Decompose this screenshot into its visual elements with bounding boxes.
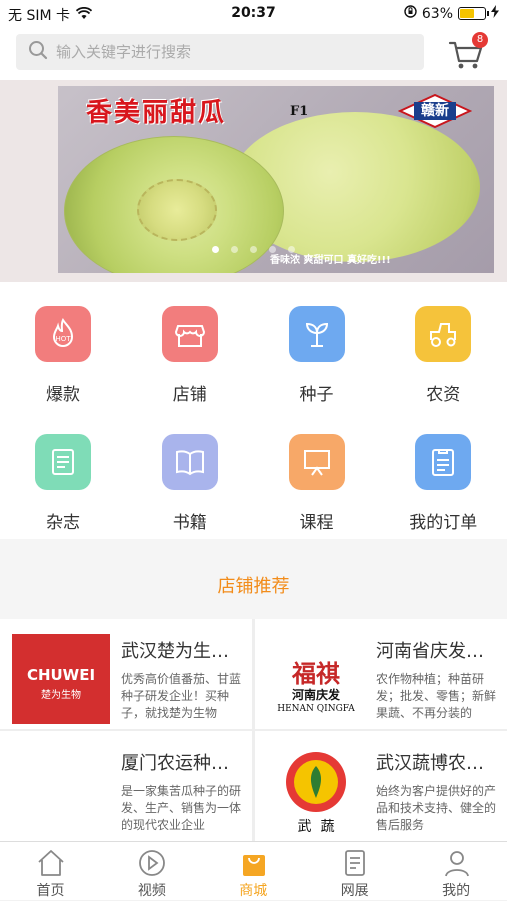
category-label: 书籍 bbox=[172, 513, 207, 533]
shop-name: 河南省庆发种业有限公司 bbox=[376, 641, 500, 662]
shop-desc: 始终为客户提供好的产品和技术支持、健全的售后服务 bbox=[376, 784, 497, 832]
category-book[interactable]: 书籍 bbox=[127, 410, 253, 538]
course-icon bbox=[288, 434, 345, 490]
tractor-icon bbox=[415, 306, 472, 362]
shop-card[interactable]: 武 蔬 武汉蔬博农业科技有限公司 始终为客户提供好的产品和技术支持、健全的售后服… bbox=[255, 731, 507, 841]
tab-label: 首页 bbox=[36, 883, 65, 899]
carousel-indicator bbox=[0, 246, 507, 253]
tab-play[interactable]: 视频 bbox=[101, 842, 202, 901]
carousel-dot[interactable] bbox=[212, 246, 219, 253]
tab-document[interactable]: 网展 bbox=[304, 842, 405, 901]
category-store[interactable]: 店铺 bbox=[127, 282, 253, 410]
category-tractor[interactable]: 农资 bbox=[380, 282, 506, 410]
document-icon bbox=[339, 848, 371, 878]
battery-icon bbox=[458, 7, 489, 20]
order-icon bbox=[415, 434, 472, 490]
brand-logo: 赣新 bbox=[397, 93, 473, 129]
shopping-bag-icon bbox=[238, 848, 270, 878]
shop-desc: 是一家集苦瓜种子的研发、生产、销售为一体的现代农业企业 bbox=[121, 784, 242, 832]
shop-desc: 农作物种植；种苗研发；批发、零售；新鲜果蔬、不再分装的 bbox=[376, 672, 497, 720]
orientation-lock-icon bbox=[404, 5, 417, 22]
category-label: 店铺 bbox=[172, 385, 207, 405]
tab-label: 视频 bbox=[137, 883, 166, 899]
banner-tagline: 香味浓 爽甜可口 真好吃!!! bbox=[270, 255, 391, 266]
category-label: 我的订单 bbox=[409, 513, 478, 533]
shop-card[interactable]: 厦门农运种苗有限公司 是一家集苦瓜种子的研发、生产、销售为一体的现代农业企业 bbox=[0, 731, 252, 841]
banner-title: 香美丽甜瓜 bbox=[86, 98, 227, 128]
category-order[interactable]: 我的订单 bbox=[380, 410, 506, 538]
qingfa-logo: 福祺 河南庆发 HENAN QINGFA bbox=[277, 659, 355, 714]
category-label: 种子 bbox=[299, 385, 334, 405]
hot-icon: HOT bbox=[35, 306, 91, 362]
category-label: 农资 bbox=[426, 385, 461, 405]
recommend-title: 店铺推荐 bbox=[217, 576, 290, 597]
sprout-icon bbox=[288, 306, 345, 362]
status-bar: 无 SIM 卡 20:37 63% bbox=[0, 0, 507, 28]
charging-icon bbox=[491, 5, 499, 22]
cart-icon bbox=[446, 41, 486, 78]
store-icon bbox=[161, 306, 218, 362]
brand-text: 赣新 bbox=[421, 103, 449, 119]
search-input[interactable] bbox=[56, 43, 396, 61]
shop-card[interactable]: 福祺 河南庆发 HENAN QINGFA 河南省庆发种业有限公司 农作物种植；种… bbox=[255, 619, 507, 729]
shop-desc: 优秀高价值番茄、甘蓝种子研发企业！买种子，就找楚为生物 bbox=[121, 672, 242, 720]
shubo-logo: 武 蔬 bbox=[267, 746, 365, 836]
category-grid: HOT 爆款 店铺 种子 农资杂志 书籍 课程 我的订单 bbox=[0, 282, 507, 539]
tab-label: 网展 bbox=[340, 883, 369, 899]
cart-badge: 8 bbox=[472, 32, 488, 48]
category-hot[interactable]: HOT 爆款 bbox=[0, 282, 126, 410]
category-label: 课程 bbox=[299, 513, 334, 533]
user-icon bbox=[441, 848, 473, 878]
book-icon bbox=[161, 434, 218, 490]
tab-bar: 首页 视频 商城 网展 我的 bbox=[0, 841, 507, 900]
shop-card[interactable]: CHUWEI 楚为生物 武汉楚为生物科技有限公司 优秀高价值番茄、甘蓝种子研发企… bbox=[0, 619, 252, 729]
chuwei-logo: CHUWEI 楚为生物 bbox=[12, 634, 110, 724]
banner-title-suffix: F1 bbox=[290, 104, 309, 119]
banner-carousel[interactable]: 香美丽甜瓜 F1 赣新 香味浓 爽甜可口 真好吃!!! bbox=[0, 80, 507, 282]
shop-logo-placeholder bbox=[12, 746, 110, 836]
carousel-dot[interactable] bbox=[288, 246, 295, 253]
tab-label: 商城 bbox=[239, 883, 268, 899]
banner-image[interactable]: 香美丽甜瓜 F1 赣新 香味浓 爽甜可口 真好吃!!! bbox=[58, 86, 494, 273]
category-magazine[interactable]: 杂志 bbox=[0, 410, 126, 538]
category-label: 杂志 bbox=[46, 513, 80, 533]
recommend-header: 店铺推荐 bbox=[0, 539, 507, 619]
svg-text:HOT: HOT bbox=[55, 335, 71, 343]
shop-name: 厦门农运种苗有限公司 bbox=[121, 753, 245, 774]
tab-home[interactable]: 首页 bbox=[0, 842, 101, 901]
tab-label: 我的 bbox=[442, 883, 471, 899]
carousel-dot[interactable] bbox=[269, 246, 276, 253]
carousel-dot[interactable] bbox=[231, 246, 238, 253]
carousel-dot[interactable] bbox=[250, 246, 257, 253]
magazine-icon bbox=[35, 434, 91, 490]
tab-shopping-bag[interactable]: 商城 bbox=[203, 842, 304, 901]
cart-button[interactable]: 8 bbox=[446, 32, 488, 74]
category-sprout[interactable]: 种子 bbox=[254, 282, 380, 410]
search-icon bbox=[28, 40, 48, 64]
tab-user[interactable]: 我的 bbox=[406, 842, 507, 901]
home-icon bbox=[35, 848, 67, 878]
category-label: 爆款 bbox=[46, 385, 80, 405]
shop-name: 武汉楚为生物科技有限公司 bbox=[121, 641, 245, 662]
category-course[interactable]: 课程 bbox=[254, 410, 380, 538]
search-box[interactable] bbox=[16, 34, 424, 70]
play-icon bbox=[136, 848, 168, 878]
search-bar: 8 bbox=[0, 28, 507, 80]
battery-percent: 63% bbox=[421, 5, 453, 22]
shop-list: CHUWEI 楚为生物 武汉楚为生物科技有限公司 优秀高价值番茄、甘蓝种子研发企… bbox=[0, 619, 507, 841]
shop-name: 武汉蔬博农业科技有限公司 bbox=[376, 753, 500, 774]
